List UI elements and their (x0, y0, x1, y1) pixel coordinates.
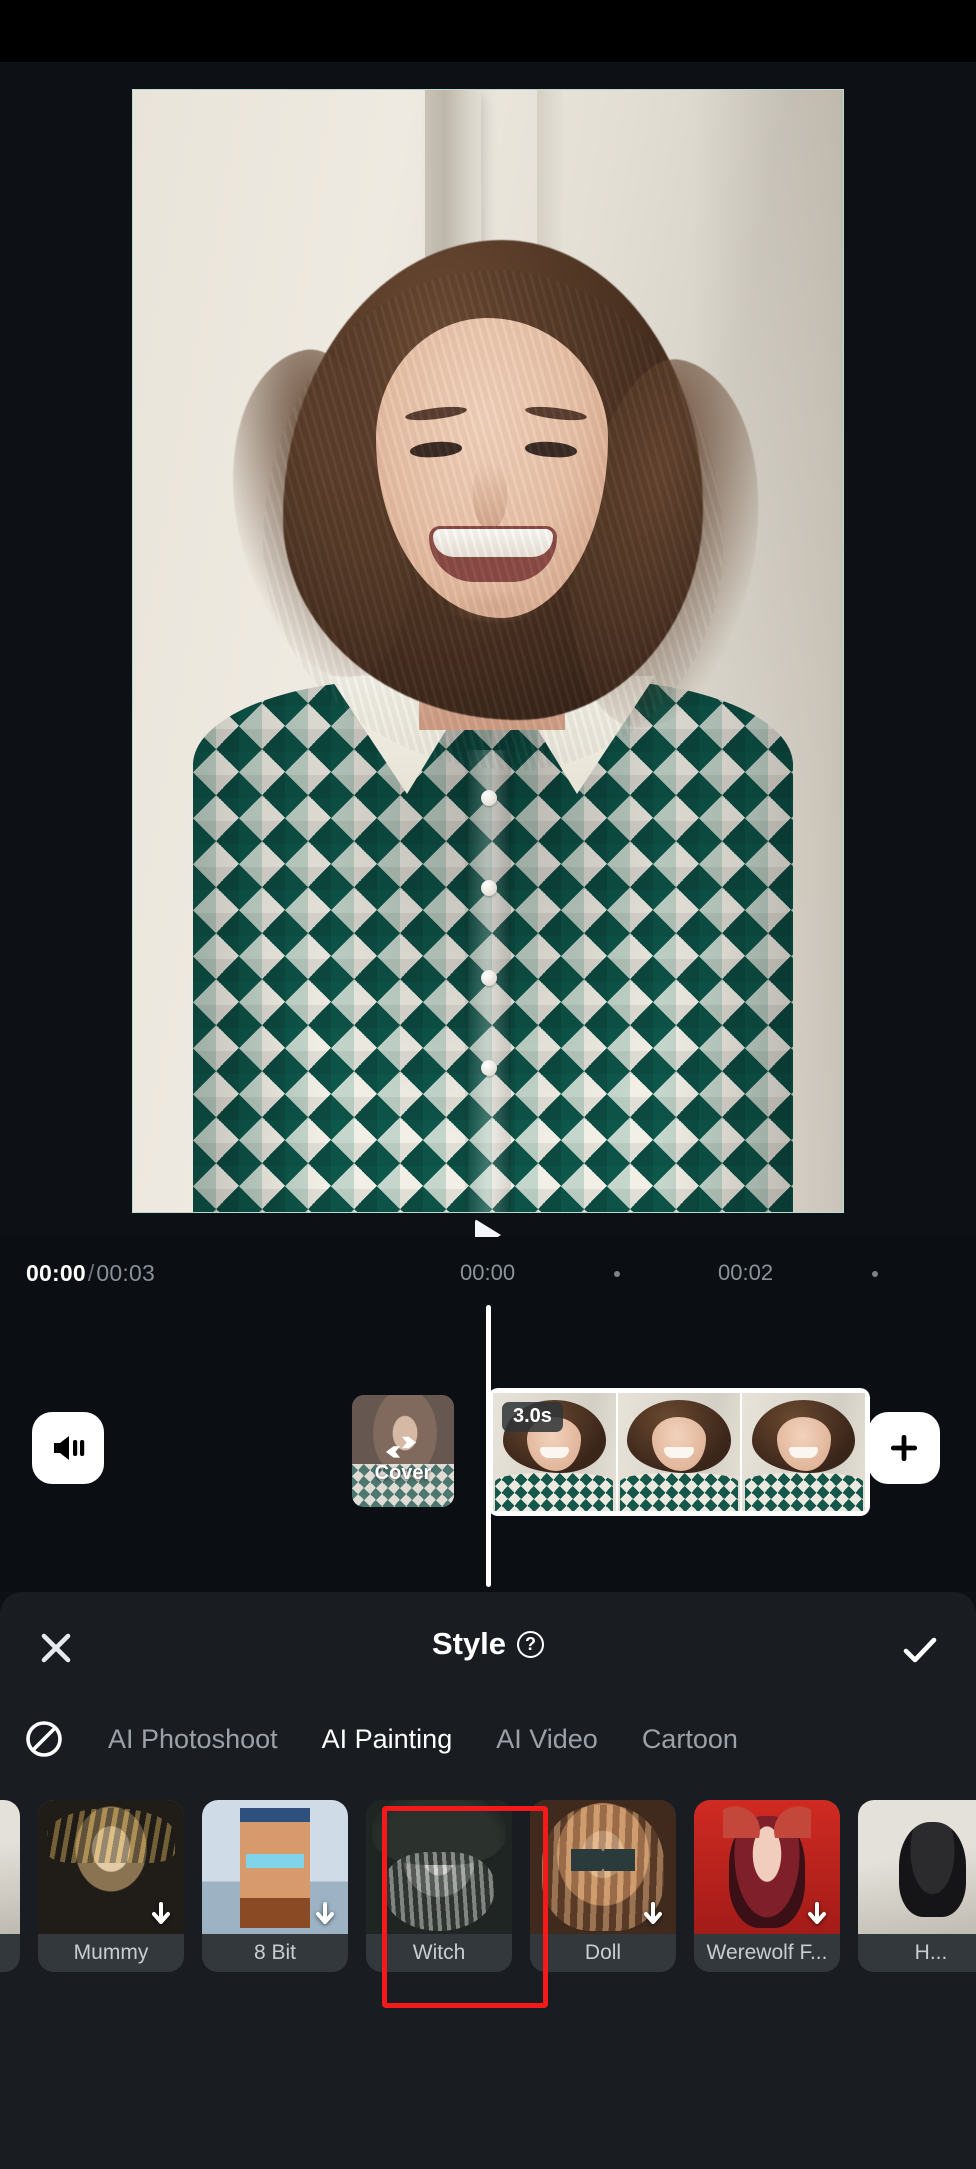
style-card-werewolf[interactable]: Werewolf F... (694, 1800, 840, 1972)
panel-title-group: Style ? (0, 1626, 976, 1662)
volume-icon (54, 1436, 85, 1460)
style-label: 8 Bit (202, 1934, 348, 1972)
style-thumbnail (0, 1800, 20, 1936)
shirt-button (481, 880, 497, 896)
panel-title: Style (431, 1626, 507, 1661)
download-icon[interactable] (310, 1900, 340, 1930)
style-label: Mummy (38, 1934, 184, 1972)
question-mark-icon[interactable]: ? (517, 1630, 545, 1658)
current-time: 00:00 (26, 1260, 86, 1286)
style-thumbnail (858, 1800, 976, 1936)
cover-label: Cover (374, 1462, 432, 1484)
category-tabs[interactable]: AI Photoshoot AI Painting AI Video Carto… (68, 1724, 976, 1755)
panel-header: Style ? (0, 1592, 976, 1700)
style-card-mummy[interactable]: Mummy (38, 1800, 184, 1972)
style-label: Doll (530, 1934, 676, 1972)
ruler-label-0: 00:00 (460, 1260, 516, 1285)
plus-icon (891, 1435, 917, 1461)
ruler-tick (614, 1271, 620, 1277)
clip-frame[interactable] (742, 1393, 866, 1511)
app-root: 00:00/00:03 00:00 00:02 Cover 3.0s Style… (0, 0, 976, 2169)
download-icon[interactable] (638, 1900, 668, 1930)
swap-arrows-icon (385, 1436, 417, 1458)
time-readout: 00:00/00:03 (26, 1260, 155, 1287)
style-card-partial-left[interactable] (0, 1800, 20, 1972)
cover-thumbnail[interactable]: Cover (352, 1395, 454, 1507)
no-style-icon (26, 1721, 62, 1757)
shirt-button (481, 1060, 497, 1076)
video-preview[interactable] (132, 89, 844, 1213)
style-label: Werewolf F... (694, 1934, 840, 1972)
add-clip-button[interactable] (868, 1412, 940, 1484)
tab-ai-photoshoot[interactable]: AI Photoshoot (68, 1724, 300, 1755)
shirt-button (481, 790, 497, 806)
total-time: 00:03 (96, 1260, 155, 1286)
style-label: Witch (366, 1934, 512, 1972)
style-panel: Style ? AI Photoshoot AI Painting AI Vid… (0, 1592, 976, 2169)
style-card-partial-right[interactable]: H... (858, 1800, 976, 1972)
style-card-8-bit[interactable]: 8 Bit (202, 1800, 348, 1972)
clip-frame[interactable] (617, 1393, 741, 1511)
status-bar (0, 0, 976, 62)
style-card-witch[interactable]: Witch (366, 1800, 512, 1972)
checkmark-icon (903, 1637, 937, 1663)
style-thumbnail-strip[interactable]: Mummy 8 Bit Witch Doll Werewolf F... H..… (0, 1800, 976, 2000)
audio-button[interactable] (32, 1412, 104, 1484)
style-label (0, 1934, 20, 1972)
clip-duration-badge: 3.0s (502, 1402, 563, 1432)
time-separator: / (87, 1260, 95, 1286)
no-style-button[interactable] (20, 1715, 68, 1763)
shirt-button (481, 970, 497, 986)
ruler-label-1: 00:02 (718, 1260, 774, 1285)
download-icon[interactable] (802, 1900, 832, 1930)
tab-ai-video[interactable]: AI Video (474, 1724, 620, 1755)
category-tabs-row[interactable]: AI Photoshoot AI Painting AI Video Carto… (0, 1700, 976, 1778)
style-thumbnail (366, 1800, 512, 1936)
video-clip-track[interactable]: 3.0s (488, 1388, 870, 1516)
style-card-doll[interactable]: Doll (530, 1800, 676, 1972)
tab-ai-painting[interactable]: AI Painting (300, 1724, 475, 1755)
style-label: H... (858, 1934, 976, 1972)
tab-cartoon[interactable]: Cartoon (620, 1724, 760, 1755)
video-preview-stage[interactable] (0, 62, 976, 1251)
confirm-button[interactable] (898, 1628, 942, 1672)
download-icon[interactable] (146, 1900, 176, 1930)
ruler-tick (872, 1271, 878, 1277)
